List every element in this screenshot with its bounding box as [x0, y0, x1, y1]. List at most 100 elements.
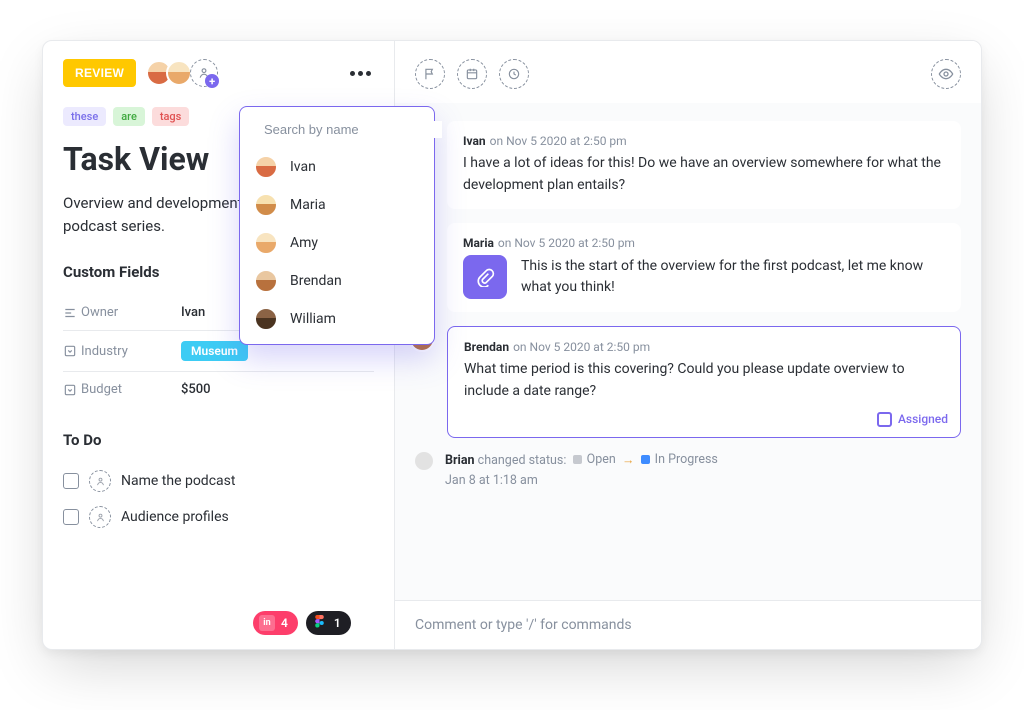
integration-pills: in 4 1 — [253, 611, 351, 635]
status-icon — [641, 455, 650, 464]
invision-icon: in — [259, 615, 275, 631]
figma-icon — [312, 615, 328, 631]
comment-bubble[interactable]: Ivan on Nov 5 2020 at 2:50 pm I have a lo… — [447, 121, 961, 209]
todo-item[interactable]: Audience profiles — [63, 499, 374, 535]
comment-author: Maria — [463, 236, 494, 250]
comment-bubble[interactable]: Brendan on Nov 5 2020 at 2:50 pm What tim… — [447, 326, 961, 437]
custom-field-label: Industry — [81, 344, 181, 359]
assigned-chip[interactable]: Assigned — [877, 412, 948, 427]
integration-count: 4 — [281, 616, 288, 630]
person-name: Amy — [290, 235, 318, 251]
assignee-placeholder-icon[interactable] — [89, 470, 111, 492]
custom-field-label: Budget — [81, 382, 181, 397]
popover-search — [240, 115, 434, 148]
person-option[interactable]: Maria — [240, 186, 434, 224]
right-panel: Ivan on Nov 5 2020 at 2:50 pm I have a lo… — [395, 41, 981, 649]
comment: Maria on Nov 5 2020 at 2:50 pm This is th… — [415, 223, 961, 312]
comment-time: on Nov 5 2020 at 2:50 pm — [513, 340, 650, 354]
custom-field-row: Budget $500 — [63, 371, 374, 407]
comment: Brendan on Nov 5 2020 at 2:50 pm What tim… — [415, 326, 961, 437]
integration-count: 1 — [334, 616, 341, 630]
assignee-popover: Ivan Maria Amy Brendan William — [239, 106, 435, 345]
dropdown-icon — [63, 344, 81, 358]
eye-icon — [938, 66, 954, 82]
avatar — [254, 231, 278, 255]
activity-avatar — [415, 452, 433, 470]
person-option[interactable]: Ivan — [240, 148, 434, 186]
tag[interactable]: tags — [152, 107, 190, 126]
assignee-avatar[interactable] — [166, 60, 192, 86]
person-option[interactable]: Brendan — [240, 262, 434, 300]
attachment-icon[interactable] — [463, 255, 507, 299]
comment: Ivan on Nov 5 2020 at 2:50 pm I have a lo… — [415, 121, 961, 209]
comment-author: Ivan — [463, 134, 486, 148]
person-option[interactable]: Amy — [240, 224, 434, 262]
status-icon — [573, 455, 582, 464]
checkbox-icon — [877, 412, 892, 427]
assignee-stack: + — [146, 59, 218, 87]
time-button[interactable] — [499, 59, 529, 89]
comment-time: on Nov 5 2020 at 2:50 pm — [498, 236, 635, 250]
comment-author: Brendan — [464, 340, 509, 354]
comment-stream: Ivan on Nov 5 2020 at 2:50 pm I have a lo… — [395, 103, 981, 600]
activity-actor: Brian — [445, 453, 475, 468]
person-name: Ivan — [290, 159, 316, 175]
left-header: REVIEW + — [43, 41, 394, 101]
avatar — [254, 269, 278, 293]
todo-label: Audience profiles — [121, 509, 229, 525]
avatar — [254, 155, 278, 179]
task-window: REVIEW + these are tags Task View Overvi… — [42, 40, 982, 650]
checkbox[interactable] — [63, 473, 79, 489]
activity-entry: Brian changed status: Open → In Progress… — [415, 452, 961, 488]
comment-composer[interactable]: Comment or type '/' for commands — [395, 600, 981, 649]
date-button[interactable] — [457, 59, 487, 89]
comment-meta: Ivan on Nov 5 2020 at 2:50 pm — [463, 134, 945, 148]
comment-meta: Maria on Nov 5 2020 at 2:50 pm — [463, 236, 945, 250]
checkbox[interactable] — [63, 509, 79, 525]
integration-figma[interactable]: 1 — [306, 611, 351, 635]
activity-verb: changed status: — [478, 453, 567, 468]
right-header — [395, 41, 981, 103]
person-name: William — [290, 311, 336, 327]
avatar — [254, 307, 278, 331]
avatar — [254, 193, 278, 217]
search-input[interactable] — [262, 121, 442, 138]
comment-bubble[interactable]: Maria on Nov 5 2020 at 2:50 pm This is th… — [447, 223, 961, 312]
tag[interactable]: are — [113, 107, 145, 126]
priority-button[interactable] — [415, 59, 445, 89]
custom-field-value[interactable]: Museum — [181, 341, 248, 361]
dropdown-icon — [63, 383, 81, 397]
align-icon — [63, 306, 81, 320]
custom-field-value[interactable]: Ivan — [181, 305, 205, 320]
todo-item[interactable]: Name the podcast — [63, 463, 374, 499]
arrow-icon: → — [622, 453, 635, 468]
comment-body: This is the start of the overview for th… — [521, 256, 945, 299]
watch-button[interactable] — [931, 59, 961, 89]
todo-label: Name the podcast — [121, 473, 235, 489]
left-panel: REVIEW + these are tags Task View Overvi… — [43, 41, 395, 649]
comment-body: I have a lot of ideas for this! Do we ha… — [463, 153, 945, 196]
assignee-placeholder-icon[interactable] — [89, 506, 111, 528]
add-assignee-button[interactable]: + — [190, 59, 218, 87]
assigned-label: Assigned — [898, 412, 948, 426]
calendar-icon — [465, 67, 479, 81]
status-to: In Progress — [655, 452, 718, 467]
flag-icon — [423, 67, 437, 81]
integration-invision[interactable]: in 4 — [253, 611, 298, 635]
person-name: Maria — [290, 197, 326, 213]
status-from: Open — [587, 452, 616, 467]
status-button[interactable]: REVIEW — [63, 59, 136, 87]
comment-meta: Brendan on Nov 5 2020 at 2:50 pm — [464, 340, 944, 354]
custom-field-value[interactable]: $500 — [181, 382, 211, 397]
comment-time: on Nov 5 2020 at 2:50 pm — [490, 134, 627, 148]
clock-icon — [507, 67, 521, 81]
plus-icon: + — [205, 74, 219, 88]
person-name: Brendan — [290, 273, 342, 289]
tag[interactable]: these — [63, 107, 106, 126]
todo-heading: To Do — [63, 431, 374, 449]
person-option[interactable]: William — [240, 300, 434, 338]
comment-body: What time period is this covering? Could… — [464, 359, 944, 402]
custom-field-label: Owner — [81, 305, 181, 320]
activity-time: Jan 8 at 1:18 am — [445, 473, 718, 488]
more-menu-button[interactable] — [346, 59, 374, 87]
